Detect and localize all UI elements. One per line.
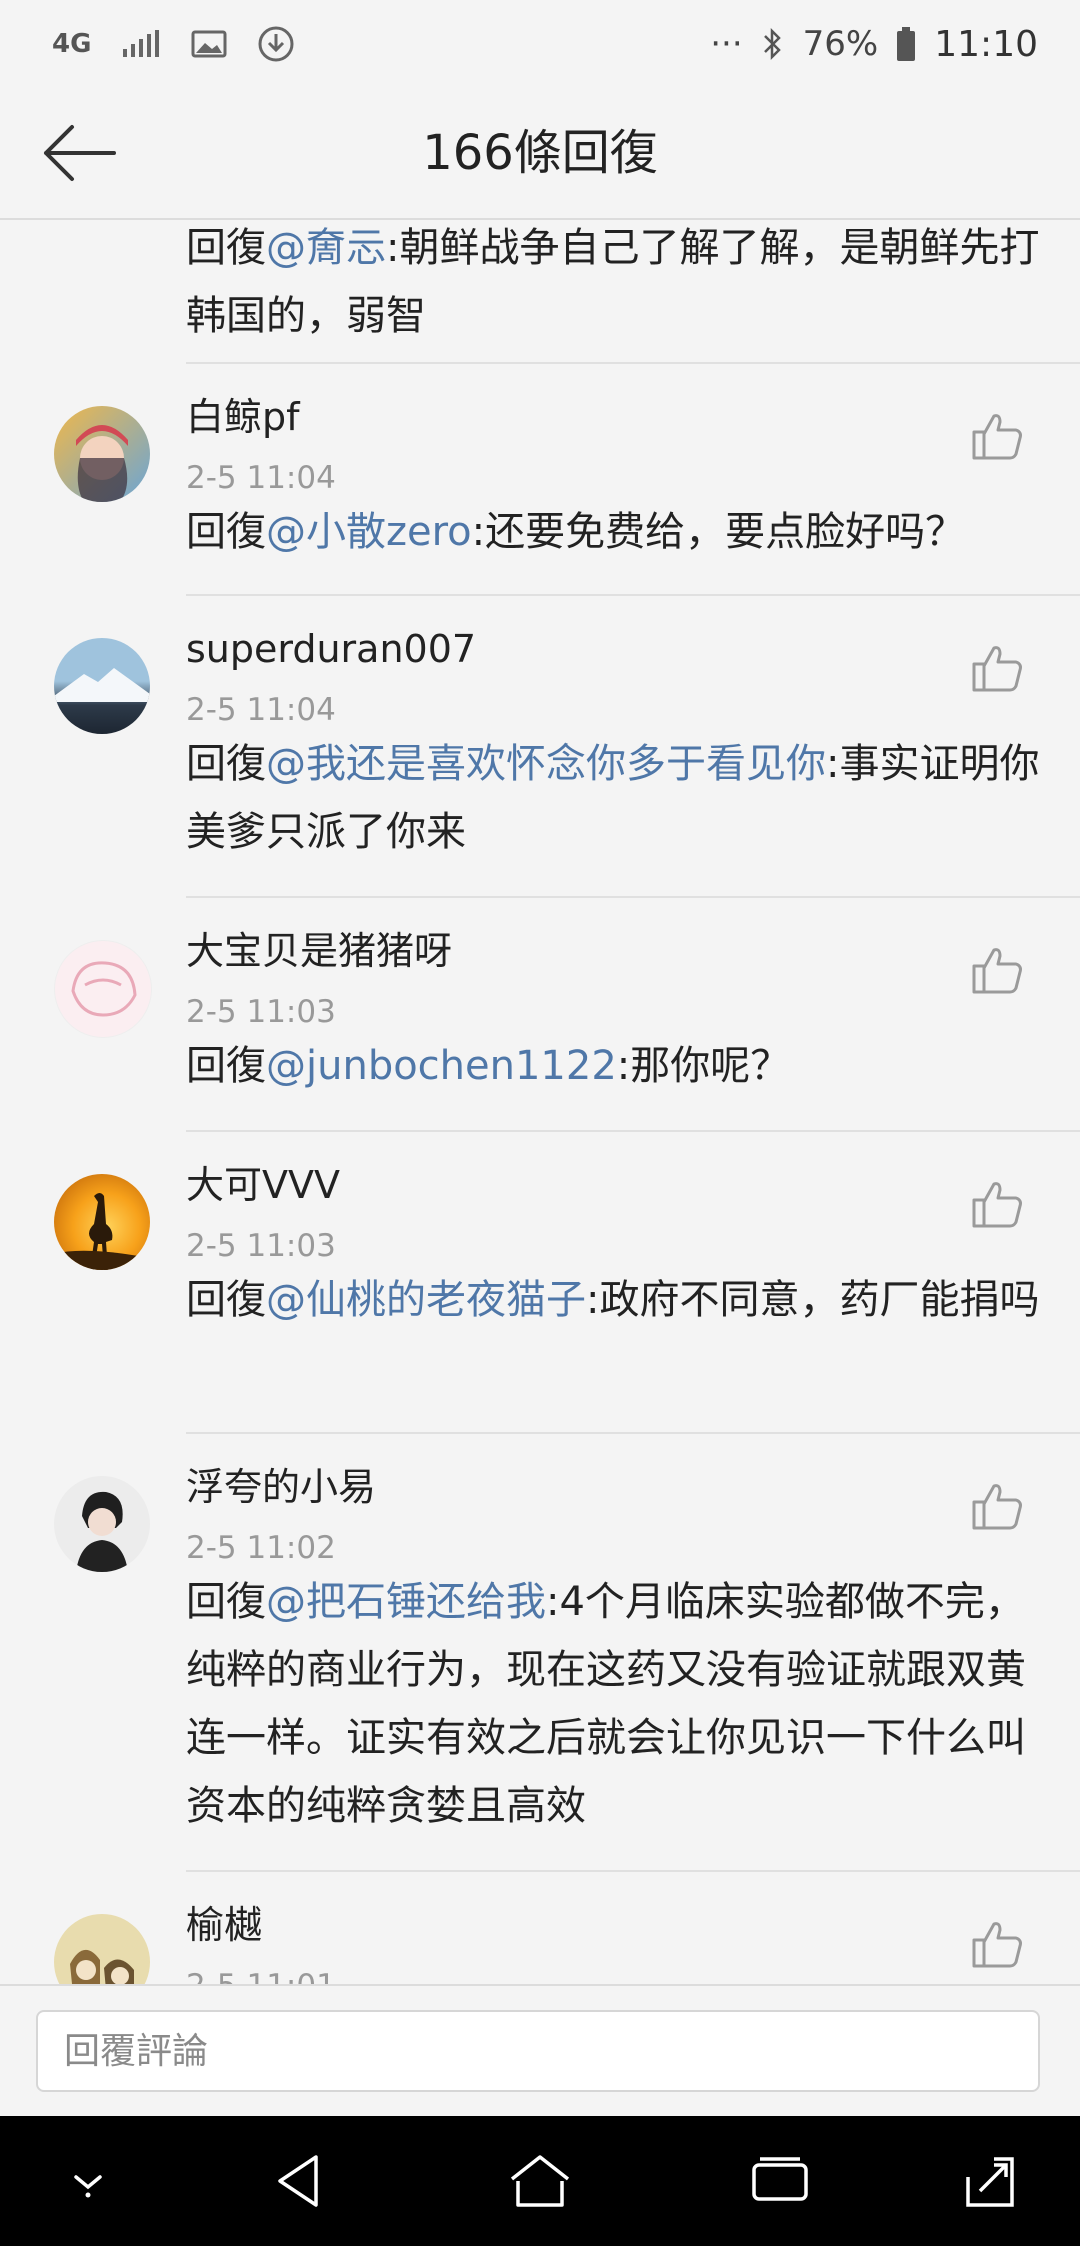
avatar[interactable] [54, 1476, 150, 1572]
comment-time: 2-5 11:03 [186, 1228, 336, 1264]
nav-back-button[interactable] [268, 2149, 332, 2213]
reply-text-partial: 回復@奝忈:朝鲜战争自己了解了解，是朝鲜先打韩国的，弱智 [186, 220, 1046, 350]
avatar-image [71, 961, 137, 1017]
comment-text: 回復@小散zero:还要免费给，要点脸好吗？ [186, 498, 1046, 566]
reply-prefix: 回復 [186, 1043, 266, 1089]
page-title: 166條回復 [422, 125, 658, 181]
avatar-image [76, 1491, 128, 1572]
avatar[interactable] [54, 940, 152, 1038]
comment-list[interactable]: 回復@奝忈:朝鲜战争自己了解了解，是朝鲜先打韩国的，弱智 白鲸pf 2-5 11… [0, 220, 1080, 1984]
thumbs-up-icon [972, 1484, 1022, 1530]
comment-item: superduran007 2-5 11:04 回復@我还是喜欢怀念你多于看见你… [0, 596, 1080, 898]
like-button[interactable] [970, 1176, 1024, 1230]
image-icon [191, 30, 227, 58]
status-left: 4G [52, 22, 295, 66]
thumbs-up-icon [972, 414, 1022, 460]
clock: 11:10 [934, 23, 1038, 65]
reply-body: :那你呢？ [616, 1043, 791, 1089]
avatar-image [70, 1949, 134, 1984]
avatar-image [54, 668, 150, 702]
comment-time: 2-5 11:02 [186, 1530, 336, 1566]
reply-prefix: 回復 [186, 509, 266, 555]
thumbs-up-icon [972, 1182, 1022, 1228]
thumbs-up-icon [972, 646, 1022, 692]
comment-item: 浮夸的小易 2-5 11:02 回復@把石锤还给我:4个月临床实验都做不完，纯粹… [0, 1434, 1080, 1872]
mention-link[interactable]: @奝忈 [266, 225, 386, 271]
comment-time: 2-5 11:01 [186, 1966, 336, 1984]
status-right: ··· 76% 11:10 [710, 22, 1038, 66]
home-icon [510, 2155, 570, 2207]
reply-comment-input[interactable] [36, 2010, 1040, 2092]
comment-author[interactable]: 白鲸pf [186, 392, 300, 442]
expand-icon [966, 2157, 1014, 2207]
comment-author[interactable]: 浮夸的小易 [186, 1462, 376, 1512]
bluetooth-icon [763, 27, 781, 61]
thumbs-up-icon [972, 948, 1022, 994]
reply-body: :还要免费给，要点脸好吗？ [471, 509, 966, 555]
like-button[interactable] [970, 408, 1024, 462]
app-screen: 4G ··· 76% 11:10 166條回復 回復@奝忈:朝鲜战争自己了解了解… [0, 0, 1080, 2246]
network-4g-icon: 4G [52, 29, 92, 59]
chevron-down-icon [74, 2175, 102, 2198]
reply-prefix: 回復 [186, 1579, 266, 1625]
comment-text: 回復@把石锤还给我:4个月临床实验都做不完，纯粹的商业行为，现在这药又没有验证就… [186, 1568, 1046, 1840]
mention-link[interactable]: @junbochen1122 [266, 1043, 617, 1089]
comment-text: 回復@junbochen1122:那你呢？ [186, 1032, 1046, 1100]
comment-item: 榆樾 2-5 11:01 [0, 1872, 1080, 1984]
thumbs-up-icon [972, 1922, 1022, 1968]
header: 166條回復 [0, 88, 1080, 220]
comment-text: 回復@仙桃的老夜猫子:政府不同意，药厂能捐吗 [186, 1266, 1046, 1334]
comment-time: 2-5 11:04 [186, 460, 336, 496]
like-button[interactable] [970, 1478, 1024, 1532]
avatar[interactable] [54, 638, 150, 734]
avatar-image [54, 1193, 150, 1270]
system-nav-bar [0, 2116, 1080, 2246]
reply-prefix: 回復 [186, 741, 266, 787]
like-button[interactable] [970, 1916, 1024, 1970]
like-button[interactable] [970, 942, 1024, 996]
comment-item: 大宝贝是猪猪呀 2-5 11:03 回復@junbochen1122:那你呢？ [0, 898, 1080, 1132]
battery-icon [897, 27, 916, 61]
comment-author[interactable]: 榆樾 [186, 1900, 262, 1950]
mention-link[interactable]: @把石锤还给我 [266, 1579, 546, 1625]
reply-prefix: 回復 [186, 1277, 266, 1323]
comment-author[interactable]: 大宝贝是猪猪呀 [186, 926, 452, 976]
comment-author[interactable]: superduran007 [186, 624, 476, 674]
avatar[interactable] [54, 1914, 150, 1984]
comment-item: 白鲸pf 2-5 11:04 回復@小散zero:还要免费给，要点脸好吗？ [0, 364, 1080, 596]
reply-bar [0, 1984, 1080, 2118]
comment-author[interactable]: 大可VVV [186, 1160, 340, 1210]
download-icon [258, 26, 294, 62]
mention-link[interactable]: @我还是喜欢怀念你多于看见你 [266, 741, 826, 787]
reply-body: :政府不同意，药厂能捐吗 [586, 1277, 1040, 1323]
recent-apps-icon [752, 2157, 808, 2201]
avatar[interactable] [54, 406, 150, 502]
back-triangle-icon [278, 2155, 318, 2207]
nav-home-button[interactable] [508, 2149, 572, 2213]
hide-keyboard-button[interactable] [56, 2149, 120, 2213]
mention-link[interactable]: @仙桃的老夜猫子 [266, 1277, 586, 1323]
comment-item: 大可VVV 2-5 11:03 回復@仙桃的老夜猫子:政府不同意，药厂能捐吗 [0, 1132, 1080, 1434]
comment-time: 2-5 11:04 [186, 692, 336, 728]
comment-time: 2-5 11:03 [186, 994, 336, 1030]
avatar-image [76, 425, 128, 502]
reply-prefix: 回復 [186, 225, 266, 271]
signal-icon [123, 30, 160, 57]
mention-link[interactable]: @小散zero [266, 509, 472, 555]
comment-text: 回復@我还是喜欢怀念你多于看见你:事实证明你美爹只派了你来 [186, 730, 1046, 866]
battery-percent: 76% [802, 24, 879, 64]
avatar[interactable] [54, 1174, 150, 1270]
nav-recent-button[interactable] [748, 2149, 812, 2213]
more-indicator: ··· [710, 24, 743, 64]
like-button[interactable] [970, 640, 1024, 694]
status-bar: 4G ··· 76% 11:10 [0, 0, 1080, 88]
nav-expand-button[interactable] [958, 2149, 1022, 2213]
